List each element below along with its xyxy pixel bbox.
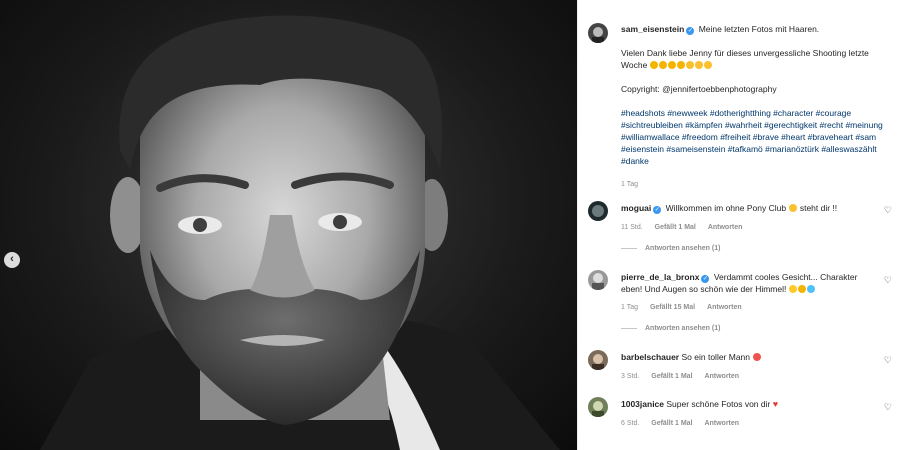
- verified-badge-icon: ✓: [701, 275, 710, 283]
- comment-body: So ein toller Mann: [681, 352, 751, 362]
- author-avatar[interactable]: [588, 23, 608, 43]
- caption-emojis: [650, 60, 713, 70]
- view-replies-button[interactable]: Antworten ansehen (1): [621, 325, 720, 332]
- red-heart-icon: ♥: [772, 399, 779, 409]
- heart-outline-icon[interactable]: ♡: [884, 275, 892, 286]
- pray-emoji-icon: [668, 61, 677, 69]
- heart-eyes-emoji-icon: [752, 353, 761, 361]
- comment-body: Willkommen im ohne Pony Club: [665, 203, 787, 213]
- comment-username[interactable]: barbelschauer: [621, 352, 679, 362]
- comment-likes[interactable]: Gefällt 15 Mal: [650, 304, 695, 311]
- comment-meta: 6 Std. Gefällt 1 Mal Antworten: [621, 420, 749, 427]
- pray-emoji-icon: [677, 61, 686, 69]
- comment-time: 3 Std.: [621, 373, 640, 380]
- author-username[interactable]: sam_eisenstein: [621, 24, 684, 34]
- comment-time: 11 Std.: [621, 224, 643, 231]
- comment-body: Super schöne Fotos von dir: [666, 399, 771, 409]
- smile-emoji-icon: [686, 61, 695, 69]
- hashtags[interactable]: #headshots #newweek #dotherightthing #ch…: [621, 108, 883, 166]
- caption-text-1: Meine letzten Fotos mit Haaren.: [698, 24, 820, 34]
- comments-panel: sam_eisenstein ✓ Meine letzten Fotos mit …: [577, 0, 900, 450]
- verified-badge-icon: ✓: [686, 27, 695, 35]
- previous-photo-button[interactable]: ‹: [4, 252, 20, 268]
- portrait-image: [40, 15, 560, 450]
- laugh-emoji-icon: [695, 61, 704, 69]
- instagram-post-modal: ‹ sam_eisenstein ✓ Meine letzten Fotos mi…: [0, 0, 900, 450]
- commenter-avatar[interactable]: [588, 350, 608, 370]
- grin-emoji-icon: [788, 204, 797, 212]
- heart-outline-icon[interactable]: ♡: [884, 205, 892, 216]
- comment-time: 1 Tag: [621, 304, 638, 311]
- comment-text: moguai ✓ Willkommen im ohne Pony Club ste…: [621, 202, 876, 214]
- post-photo[interactable]: ‹: [0, 0, 577, 450]
- reply-button[interactable]: Antworten: [704, 420, 739, 427]
- comment-meta: 3 Std. Gefällt 1 Mal Antworten: [621, 373, 749, 380]
- reply-button[interactable]: Antworten: [708, 224, 743, 231]
- gem-emoji-icon: [807, 285, 816, 293]
- view-replies-label: Antworten ansehen (1): [645, 245, 721, 252]
- comment-text: 1003janice Super schöne Fotos von dir ♥: [621, 398, 876, 410]
- comment-username[interactable]: 1003janice: [621, 399, 664, 409]
- pray-emoji-icon: [659, 61, 668, 69]
- comment-text: pierre_de_la_bronx ✓ Verdammt cooles Gesi…: [621, 271, 876, 295]
- thumbs-up-emoji-icon: [798, 285, 807, 293]
- pray-emoji-icon: [650, 61, 659, 69]
- copyright-text[interactable]: Copyright: @jennifertoebbenphotography: [621, 84, 777, 94]
- reply-button[interactable]: Antworten: [704, 373, 739, 380]
- heart-outline-icon[interactable]: ♡: [884, 355, 892, 366]
- wink-emoji-icon: [704, 61, 713, 69]
- divider: [621, 327, 637, 329]
- view-replies-label: Antworten ansehen (1): [645, 325, 721, 332]
- comment-likes[interactable]: Gefällt 1 Mal: [651, 373, 692, 380]
- commenter-avatar[interactable]: [588, 397, 608, 417]
- divider: [621, 247, 637, 249]
- post-caption: sam_eisenstein ✓ Meine letzten Fotos mit …: [621, 23, 886, 191]
- comment-likes[interactable]: Gefällt 1 Mal: [655, 224, 696, 231]
- comment-meta: 1 Tag Gefällt 15 Mal Antworten: [621, 304, 752, 311]
- heart-outline-icon[interactable]: ♡: [884, 402, 892, 413]
- comment-body-end: steht dir !!: [799, 203, 838, 213]
- comment-meta: 11 Std. Gefällt 1 Mal Antworten: [621, 224, 752, 231]
- view-replies-button[interactable]: Antworten ansehen (1): [621, 245, 720, 252]
- commenter-avatar[interactable]: [588, 201, 608, 221]
- sparkle-emoji-icon: [789, 285, 798, 293]
- comment-username[interactable]: moguai: [621, 203, 651, 213]
- comment-username[interactable]: pierre_de_la_bronx: [621, 272, 699, 282]
- verified-badge-icon: ✓: [653, 206, 662, 214]
- comment-text: barbelschauer So ein toller Mann: [621, 351, 876, 363]
- comment-likes[interactable]: Gefällt 1 Mal: [651, 420, 692, 427]
- chevron-left-icon: ‹: [10, 253, 14, 265]
- commenter-avatar[interactable]: [588, 270, 608, 290]
- reply-button[interactable]: Antworten: [707, 304, 742, 311]
- post-time: 1 Tag: [621, 181, 638, 188]
- comment-time: 6 Std.: [621, 420, 640, 427]
